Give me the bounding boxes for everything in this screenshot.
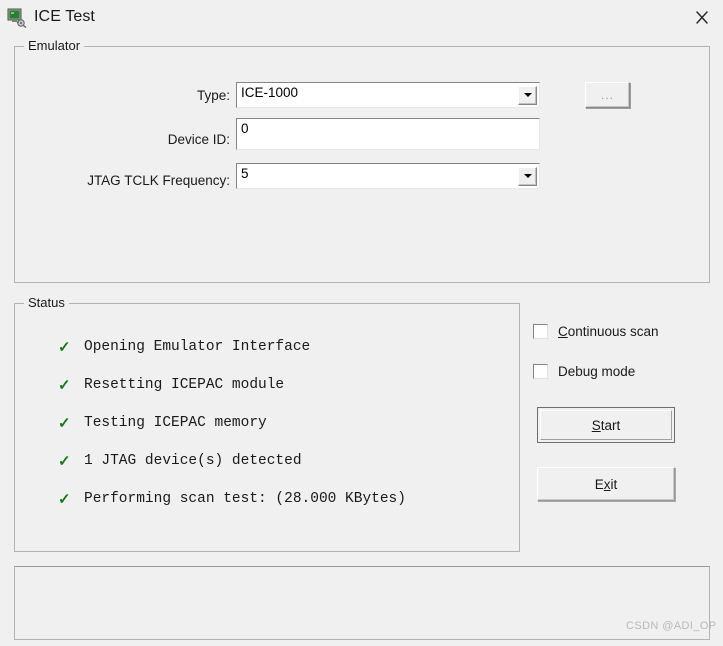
close-icon[interactable] bbox=[688, 6, 716, 30]
label-rest: ebug mode bbox=[567, 364, 636, 379]
checkbox-box[interactable] bbox=[533, 364, 548, 379]
exit-button-label: Exit bbox=[595, 477, 618, 492]
emulator-group-title: Emulator bbox=[24, 38, 85, 53]
list-item: ✓ 1 JTAG device(s) detected bbox=[58, 442, 406, 480]
accel-char: D bbox=[558, 364, 568, 379]
status-item-label: Testing ICEPAC memory bbox=[84, 415, 267, 431]
jtag-tclk-frequency-combobox[interactable]: 5 bbox=[236, 163, 540, 189]
check-icon: ✓ bbox=[58, 452, 71, 470]
list-item: ✓ Performing scan test: (28.000 KBytes) bbox=[58, 480, 406, 518]
start-button-inner: Start bbox=[540, 410, 672, 440]
status-item-label: Performing scan test: (28.000 KBytes) bbox=[84, 491, 406, 507]
device-id-value: 0 bbox=[241, 121, 249, 136]
chevron-down-icon[interactable] bbox=[518, 85, 537, 105]
device-id-input[interactable]: 0 bbox=[236, 118, 540, 150]
label-rest: ontinuous scan bbox=[567, 324, 659, 339]
output-panel bbox=[14, 566, 710, 640]
emulator-device-icon bbox=[6, 7, 28, 29]
continuous-scan-checkbox[interactable]: Continuous scan bbox=[533, 324, 659, 339]
accel-char: x bbox=[603, 476, 611, 492]
list-item: ✓ Opening Emulator Interface bbox=[58, 328, 406, 366]
jtag-tclk-frequency-label: JTAG TCLK Frequency: bbox=[87, 173, 230, 188]
accel-char: S bbox=[591, 417, 601, 433]
debug-mode-checkbox[interactable]: Debug mode bbox=[533, 364, 635, 379]
check-icon: ✓ bbox=[58, 490, 71, 508]
exit-button[interactable]: Exit bbox=[537, 467, 675, 501]
type-label: Type: bbox=[196, 88, 230, 103]
browse-button[interactable]: ... bbox=[585, 82, 630, 108]
accel-char: C bbox=[558, 324, 568, 339]
watermark-label: CSDN @ADI_OP bbox=[626, 620, 717, 632]
label-rest: tart bbox=[600, 417, 621, 433]
status-item-label: Resetting ICEPAC module bbox=[84, 377, 285, 393]
chevron-down-icon[interactable] bbox=[518, 166, 537, 186]
emulator-type-value: ICE-1000 bbox=[241, 85, 299, 100]
label-pre: E bbox=[594, 476, 604, 492]
debug-mode-label: Debug mode bbox=[558, 364, 635, 379]
jtag-tclk-frequency-value: 5 bbox=[241, 166, 249, 181]
window-title: ICE Test bbox=[34, 8, 95, 25]
check-icon: ✓ bbox=[58, 338, 71, 356]
checkbox-box[interactable] bbox=[533, 324, 548, 339]
list-item: ✓ Resetting ICEPAC module bbox=[58, 366, 406, 404]
status-group-title: Status bbox=[24, 295, 69, 310]
status-item-label: Opening Emulator Interface bbox=[84, 339, 311, 355]
title-bar: ICE Test bbox=[0, 0, 723, 36]
device-id-label: Device ID: bbox=[167, 132, 230, 147]
continuous-scan-label: Continuous scan bbox=[558, 324, 659, 339]
label-rest: it bbox=[610, 476, 618, 492]
status-list: ✓ Opening Emulator Interface ✓ Resetting… bbox=[58, 328, 406, 518]
check-icon: ✓ bbox=[58, 414, 71, 432]
status-item-label: 1 JTAG device(s) detected bbox=[84, 453, 302, 469]
start-button[interactable]: Start bbox=[537, 407, 675, 443]
list-item: ✓ Testing ICEPAC memory bbox=[58, 404, 406, 442]
check-icon: ✓ bbox=[58, 376, 71, 394]
emulator-type-combobox[interactable]: ICE-1000 bbox=[236, 82, 540, 108]
